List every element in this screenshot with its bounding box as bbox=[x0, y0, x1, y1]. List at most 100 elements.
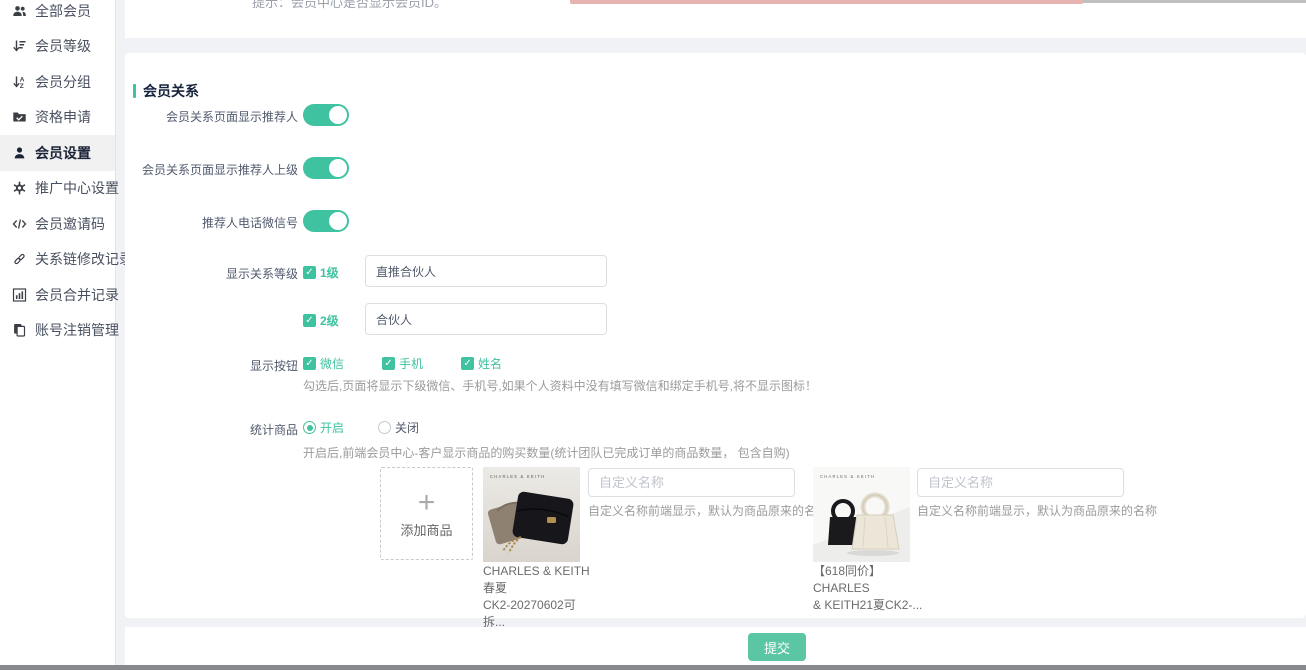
toggle-knob bbox=[329, 212, 347, 230]
toggle-show-referrer[interactable] bbox=[303, 104, 349, 126]
levels-label: 显示关系等级 bbox=[125, 265, 298, 282]
product-brand-text: CHARLES & KEITH bbox=[820, 474, 875, 479]
sidebar-item-member-groups[interactable]: AZ 会员分组 bbox=[0, 64, 115, 100]
stats-product-label: 统计商品 bbox=[125, 421, 298, 438]
sidebar-item-qualification[interactable]: 资格申请 bbox=[0, 100, 115, 136]
product-image-1[interactable]: CHARLES & KEITH bbox=[483, 467, 580, 562]
sidebar-item-label: 推广中心设置 bbox=[35, 178, 119, 198]
sidebar-item-label: 会员合并记录 bbox=[35, 285, 119, 305]
footer-bar: 提交 bbox=[125, 627, 1306, 665]
custom-name-hint-1: 自定义名称前端显示，默认为商品原来的名称 bbox=[588, 502, 828, 519]
title-accent-bar bbox=[133, 84, 136, 98]
top-edge-strip bbox=[1083, 0, 1306, 3]
checkbox-wechat-label: 微信 bbox=[320, 355, 344, 372]
sidebar-item-label: 会员设置 bbox=[35, 143, 91, 163]
stats-product-hint: 开启后,前端会员中心-客户显示商品的购买数量(统计团队已完成订单的商品数量， 包… bbox=[303, 444, 790, 461]
sidebar-item-label: 账号注销管理 bbox=[35, 320, 119, 340]
validation-strip bbox=[570, 0, 1083, 4]
toggle-label-referrer: 会员关系页面显示推荐人 bbox=[125, 108, 298, 125]
custom-name-input-1[interactable] bbox=[588, 468, 795, 497]
sidebar-item-all-members[interactable]: 全部会员 bbox=[0, 0, 115, 29]
sidebar-item-merge-log[interactable]: 会员合并记录 bbox=[0, 277, 115, 313]
product-name-line2: & KEITH21夏CK2-... bbox=[813, 597, 925, 614]
code-icon bbox=[12, 217, 27, 231]
radio-selected-icon[interactable] bbox=[303, 421, 316, 434]
radio-on-item[interactable]: 开启 bbox=[303, 419, 344, 436]
add-product-label: 添加商品 bbox=[400, 520, 452, 539]
level-1-checkbox-item[interactable]: ✓ 1级 bbox=[303, 264, 339, 281]
sidebar-menu: 全部会员 会员等级 AZ 会员分组 资格申请 会员设置 推广中心设置 会员邀请码 bbox=[0, 0, 115, 348]
toggle-knob bbox=[329, 159, 347, 177]
folder-check-icon bbox=[12, 110, 27, 124]
checkbox-checked-icon[interactable]: ✓ bbox=[461, 357, 474, 370]
sidebar: 全部会员 会员等级 AZ 会员分组 资格申请 会员设置 推广中心设置 会员邀请码 bbox=[0, 0, 116, 665]
toggle-show-referrer-upline[interactable] bbox=[303, 157, 349, 179]
display-buttons-hint: 勾选后,页面将显示下级微信、手机号,如果个人资料中没有填写微信和绑定手机号,将不… bbox=[303, 377, 817, 394]
checkbox-phone[interactable]: ✓ 手机 bbox=[382, 355, 423, 372]
plus-icon: + bbox=[418, 488, 436, 518]
submit-button[interactable]: 提交 bbox=[748, 633, 806, 661]
checkbox-name-label: 姓名 bbox=[478, 355, 502, 372]
toggle-label-referrer-contact: 推荐人电话微信号 bbox=[125, 214, 298, 231]
link-icon bbox=[12, 252, 27, 266]
checkbox-phone-label: 手机 bbox=[399, 355, 423, 372]
level-2-checkbox-group: ✓ 2级 bbox=[303, 312, 339, 329]
product-image-2[interactable]: CHARLES & KEITH bbox=[813, 467, 910, 562]
users-icon bbox=[12, 4, 27, 18]
sidebar-item-member-levels[interactable]: 会员等级 bbox=[0, 29, 115, 65]
member-relation-panel: 会员关系 会员关系页面显示推荐人 会员关系页面显示推荐人上级 推荐人电话微信号 … bbox=[125, 53, 1306, 618]
file-copy-icon bbox=[12, 323, 27, 337]
stats-product-radios: 开启 关闭 bbox=[303, 419, 419, 436]
bar-chart-icon bbox=[12, 288, 27, 302]
top-panel: 提示：会员中心是否显示会员ID。 bbox=[125, 0, 1306, 38]
level-1-checkbox-group: ✓ 1级 bbox=[303, 264, 339, 281]
checkbox-checked-icon[interactable]: ✓ bbox=[303, 314, 316, 327]
radio-on-label: 开启 bbox=[320, 419, 344, 436]
sort-amount-icon bbox=[12, 39, 27, 53]
toggle-knob bbox=[329, 106, 347, 124]
product-name-line1: CHARLES & KEITH春夏 bbox=[483, 563, 595, 597]
sidebar-item-label: 会员分组 bbox=[35, 72, 91, 92]
level-2-name-input[interactable] bbox=[365, 303, 607, 335]
radio-off-label: 关闭 bbox=[395, 419, 419, 436]
custom-name-input-2[interactable] bbox=[917, 468, 1124, 497]
checkbox-checked-icon[interactable]: ✓ bbox=[303, 266, 316, 279]
checkbox-checked-icon[interactable]: ✓ bbox=[382, 357, 395, 370]
level-1-name-input[interactable] bbox=[365, 255, 607, 287]
product-name-line1: 【618同价】CHARLES bbox=[813, 563, 925, 597]
sidebar-item-invite-code[interactable]: 会员邀请码 bbox=[0, 206, 115, 242]
checkbox-checked-icon[interactable]: ✓ bbox=[303, 357, 316, 370]
product-name-2: 【618同价】CHARLES & KEITH21夏CK2-... bbox=[813, 563, 925, 614]
svg-text:Z: Z bbox=[20, 83, 24, 89]
section-title: 会员关系 bbox=[133, 81, 199, 101]
checkbox-wechat[interactable]: ✓ 微信 bbox=[303, 355, 344, 372]
bottom-edge-strip bbox=[0, 665, 1306, 670]
toggle-label-referrer-upline: 会员关系页面显示推荐人上级 bbox=[125, 161, 298, 178]
gear-icon bbox=[12, 181, 27, 195]
sidebar-item-label: 会员邀请码 bbox=[35, 214, 105, 234]
level-2-label: 2级 bbox=[320, 312, 339, 329]
display-buttons-label: 显示按钮 bbox=[125, 357, 298, 374]
member-id-hint: 提示：会员中心是否显示会员ID。 bbox=[252, 0, 447, 11]
sidebar-item-label: 资格申请 bbox=[35, 107, 91, 127]
sidebar-item-label: 关系链修改记录 bbox=[35, 249, 133, 269]
add-product-button[interactable]: + 添加商品 bbox=[380, 467, 473, 560]
sidebar-item-member-settings[interactable]: 会员设置 bbox=[0, 135, 115, 171]
sidebar-item-label: 全部会员 bbox=[35, 1, 91, 21]
toggle-referrer-contact[interactable] bbox=[303, 210, 349, 232]
sidebar-item-relation-log[interactable]: 关系链修改记录 bbox=[0, 242, 115, 278]
display-buttons-group: ✓ 微信 ✓ 手机 ✓ 姓名 bbox=[303, 355, 502, 372]
radio-unselected-icon[interactable] bbox=[378, 421, 391, 434]
sidebar-item-promotion-settings[interactable]: 推广中心设置 bbox=[0, 171, 115, 207]
level-2-checkbox-item[interactable]: ✓ 2级 bbox=[303, 312, 339, 329]
sort-alpha-icon: AZ bbox=[12, 75, 27, 89]
product-name-line2: CK2-20270602可拆... bbox=[483, 597, 595, 631]
level-1-label: 1级 bbox=[320, 264, 339, 281]
section-title-text: 会员关系 bbox=[143, 81, 199, 101]
radio-off-item[interactable]: 关闭 bbox=[378, 419, 419, 436]
user-icon bbox=[12, 146, 27, 160]
checkbox-name[interactable]: ✓ 姓名 bbox=[461, 355, 502, 372]
sidebar-item-account-cancel[interactable]: 账号注销管理 bbox=[0, 313, 115, 349]
product-brand-text: CHARLES & KEITH bbox=[490, 474, 545, 479]
product-name-1: CHARLES & KEITH春夏 CK2-20270602可拆... bbox=[483, 563, 595, 631]
